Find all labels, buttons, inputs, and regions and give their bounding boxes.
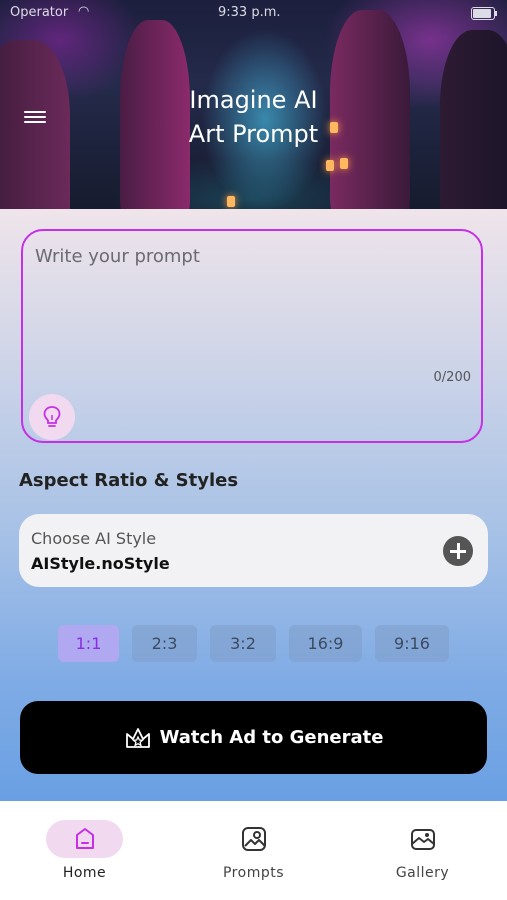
main-content: 0/200 Aspect Ratio & Styles Choose AI St… <box>0 209 507 801</box>
prompt-idea-button[interactable] <box>29 394 75 440</box>
wifi-icon: ◠ <box>78 4 90 19</box>
tab-label-prompts: Prompts <box>222 865 285 881</box>
prompts-icon <box>241 827 266 851</box>
add-icon[interactable] <box>443 536 473 566</box>
style-value: AIStyle.noStyle <box>31 554 170 573</box>
aspect-ratio-9-16[interactable]: 9:16 <box>375 625 449 662</box>
aspect-ratio-1-1[interactable]: 1:1 <box>58 625 119 662</box>
tab-label-gallery: Gallery <box>395 865 450 881</box>
lightbulb-icon <box>43 406 61 427</box>
ai-style-picker[interactable]: Choose AI Style AIStyle.noStyle <box>19 514 488 587</box>
aspect-ratio-16-9[interactable]: 16:9 <box>289 625 362 662</box>
battery-icon <box>471 7 497 20</box>
gallery-icon <box>410 829 435 850</box>
aspect-ratio-2-3[interactable]: 2:3 <box>132 625 197 662</box>
character-counter: 0/200 <box>433 370 471 385</box>
aspect-ratio-3-2[interactable]: 3:2 <box>210 625 276 662</box>
crown-icon <box>124 725 152 751</box>
watch-ad-generate-button[interactable]: Watch Ad to Generate <box>20 701 487 774</box>
page-title: Imagine AI Art Prompt <box>188 86 319 148</box>
home-icon <box>75 828 94 849</box>
bottom-tab-bar: Home Prompts Gallery <box>0 801 507 900</box>
clock: 9:33 p.m. <box>218 5 281 20</box>
generate-label: Watch Ad to Generate <box>159 727 384 748</box>
prompt-input[interactable] <box>33 245 457 268</box>
prompt-box: 0/200 <box>21 229 483 443</box>
tab-label-home: Home <box>62 865 107 881</box>
tab-prompts[interactable]: Prompts <box>169 801 338 900</box>
style-label: Choose AI Style <box>31 529 157 548</box>
section-title: Aspect Ratio & Styles <box>19 470 239 491</box>
carrier-label: Operator <box>10 5 69 20</box>
tab-gallery[interactable]: Gallery <box>338 801 507 900</box>
tab-home[interactable]: Home <box>0 801 169 900</box>
status-bar: Operator ◠ 9:33 p.m. <box>0 0 507 28</box>
